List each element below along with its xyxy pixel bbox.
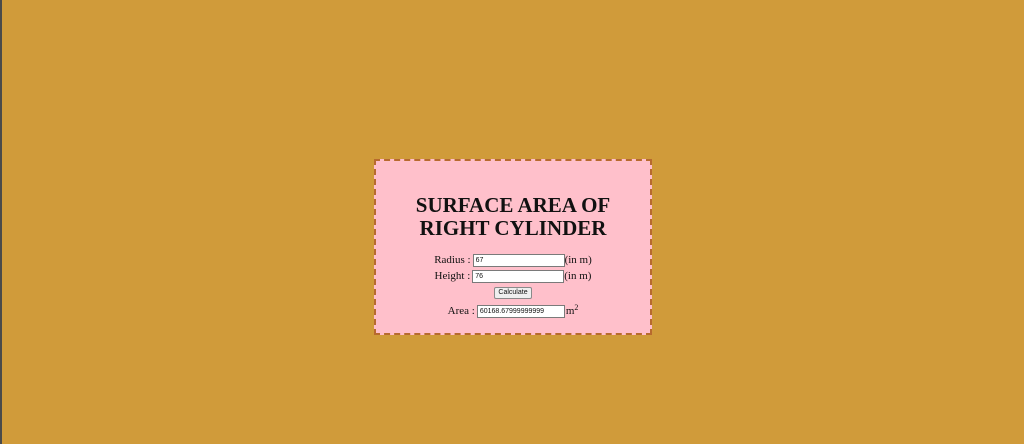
height-input[interactable] xyxy=(472,269,565,283)
height-row: Height : (in m) xyxy=(376,268,650,284)
radius-input[interactable] xyxy=(472,253,565,267)
calculate-button[interactable]: Calculate xyxy=(494,286,532,299)
height-unit: (in m) xyxy=(564,270,592,282)
area-row: Area : m2 xyxy=(376,303,650,319)
calculator-form: Radius : (in m) Height : (in m) Calculat… xyxy=(376,252,650,319)
radius-label: Radius : xyxy=(434,254,471,266)
title-line-1: SURFACE AREA OF xyxy=(415,193,611,217)
page-title: SURFACE AREA OF RIGHT CYLINDER xyxy=(376,194,650,240)
area-unit-exponent: 2 xyxy=(574,303,579,312)
height-label: Height : xyxy=(434,270,471,282)
calculator-card: SURFACE AREA OF RIGHT CYLINDER Radius : … xyxy=(374,159,652,335)
radius-row: Radius : (in m) xyxy=(376,252,650,268)
calculate-row: Calculate xyxy=(376,284,650,300)
radius-unit: (in m) xyxy=(564,254,592,266)
area-label: Area : xyxy=(447,305,475,317)
area-unit: m2 xyxy=(566,303,579,319)
left-window-edge xyxy=(0,0,2,444)
area-output[interactable] xyxy=(476,304,565,318)
title-line-2: RIGHT CYLINDER xyxy=(419,216,607,240)
